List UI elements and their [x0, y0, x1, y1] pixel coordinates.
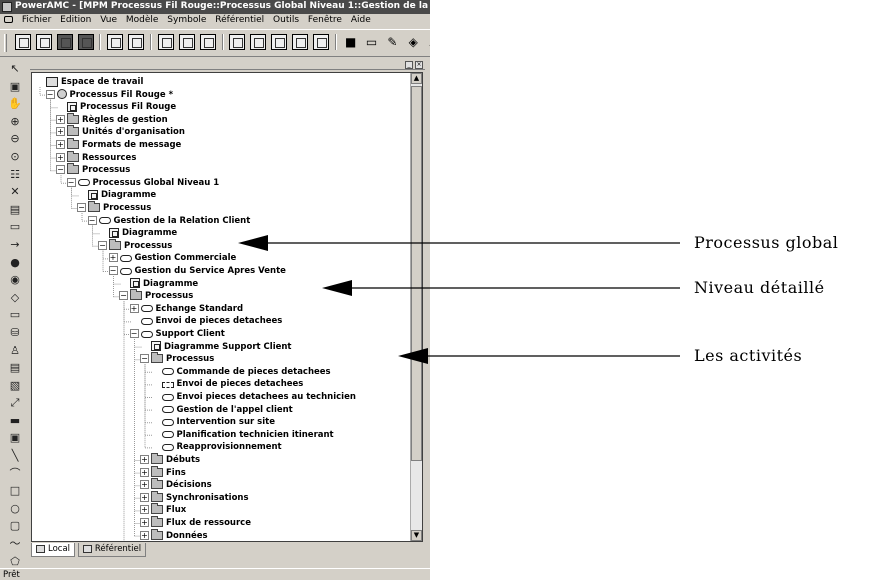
annotation-processus-global: Processus global	[694, 233, 839, 252]
arrow-processus-global	[238, 235, 680, 251]
arrow-les-activites	[398, 348, 680, 364]
annotation-niveau-detaille: Niveau détaillé	[694, 278, 825, 297]
annotation-les-activites: Les activités	[694, 346, 803, 365]
arrow-niveau-detaille	[322, 280, 680, 296]
